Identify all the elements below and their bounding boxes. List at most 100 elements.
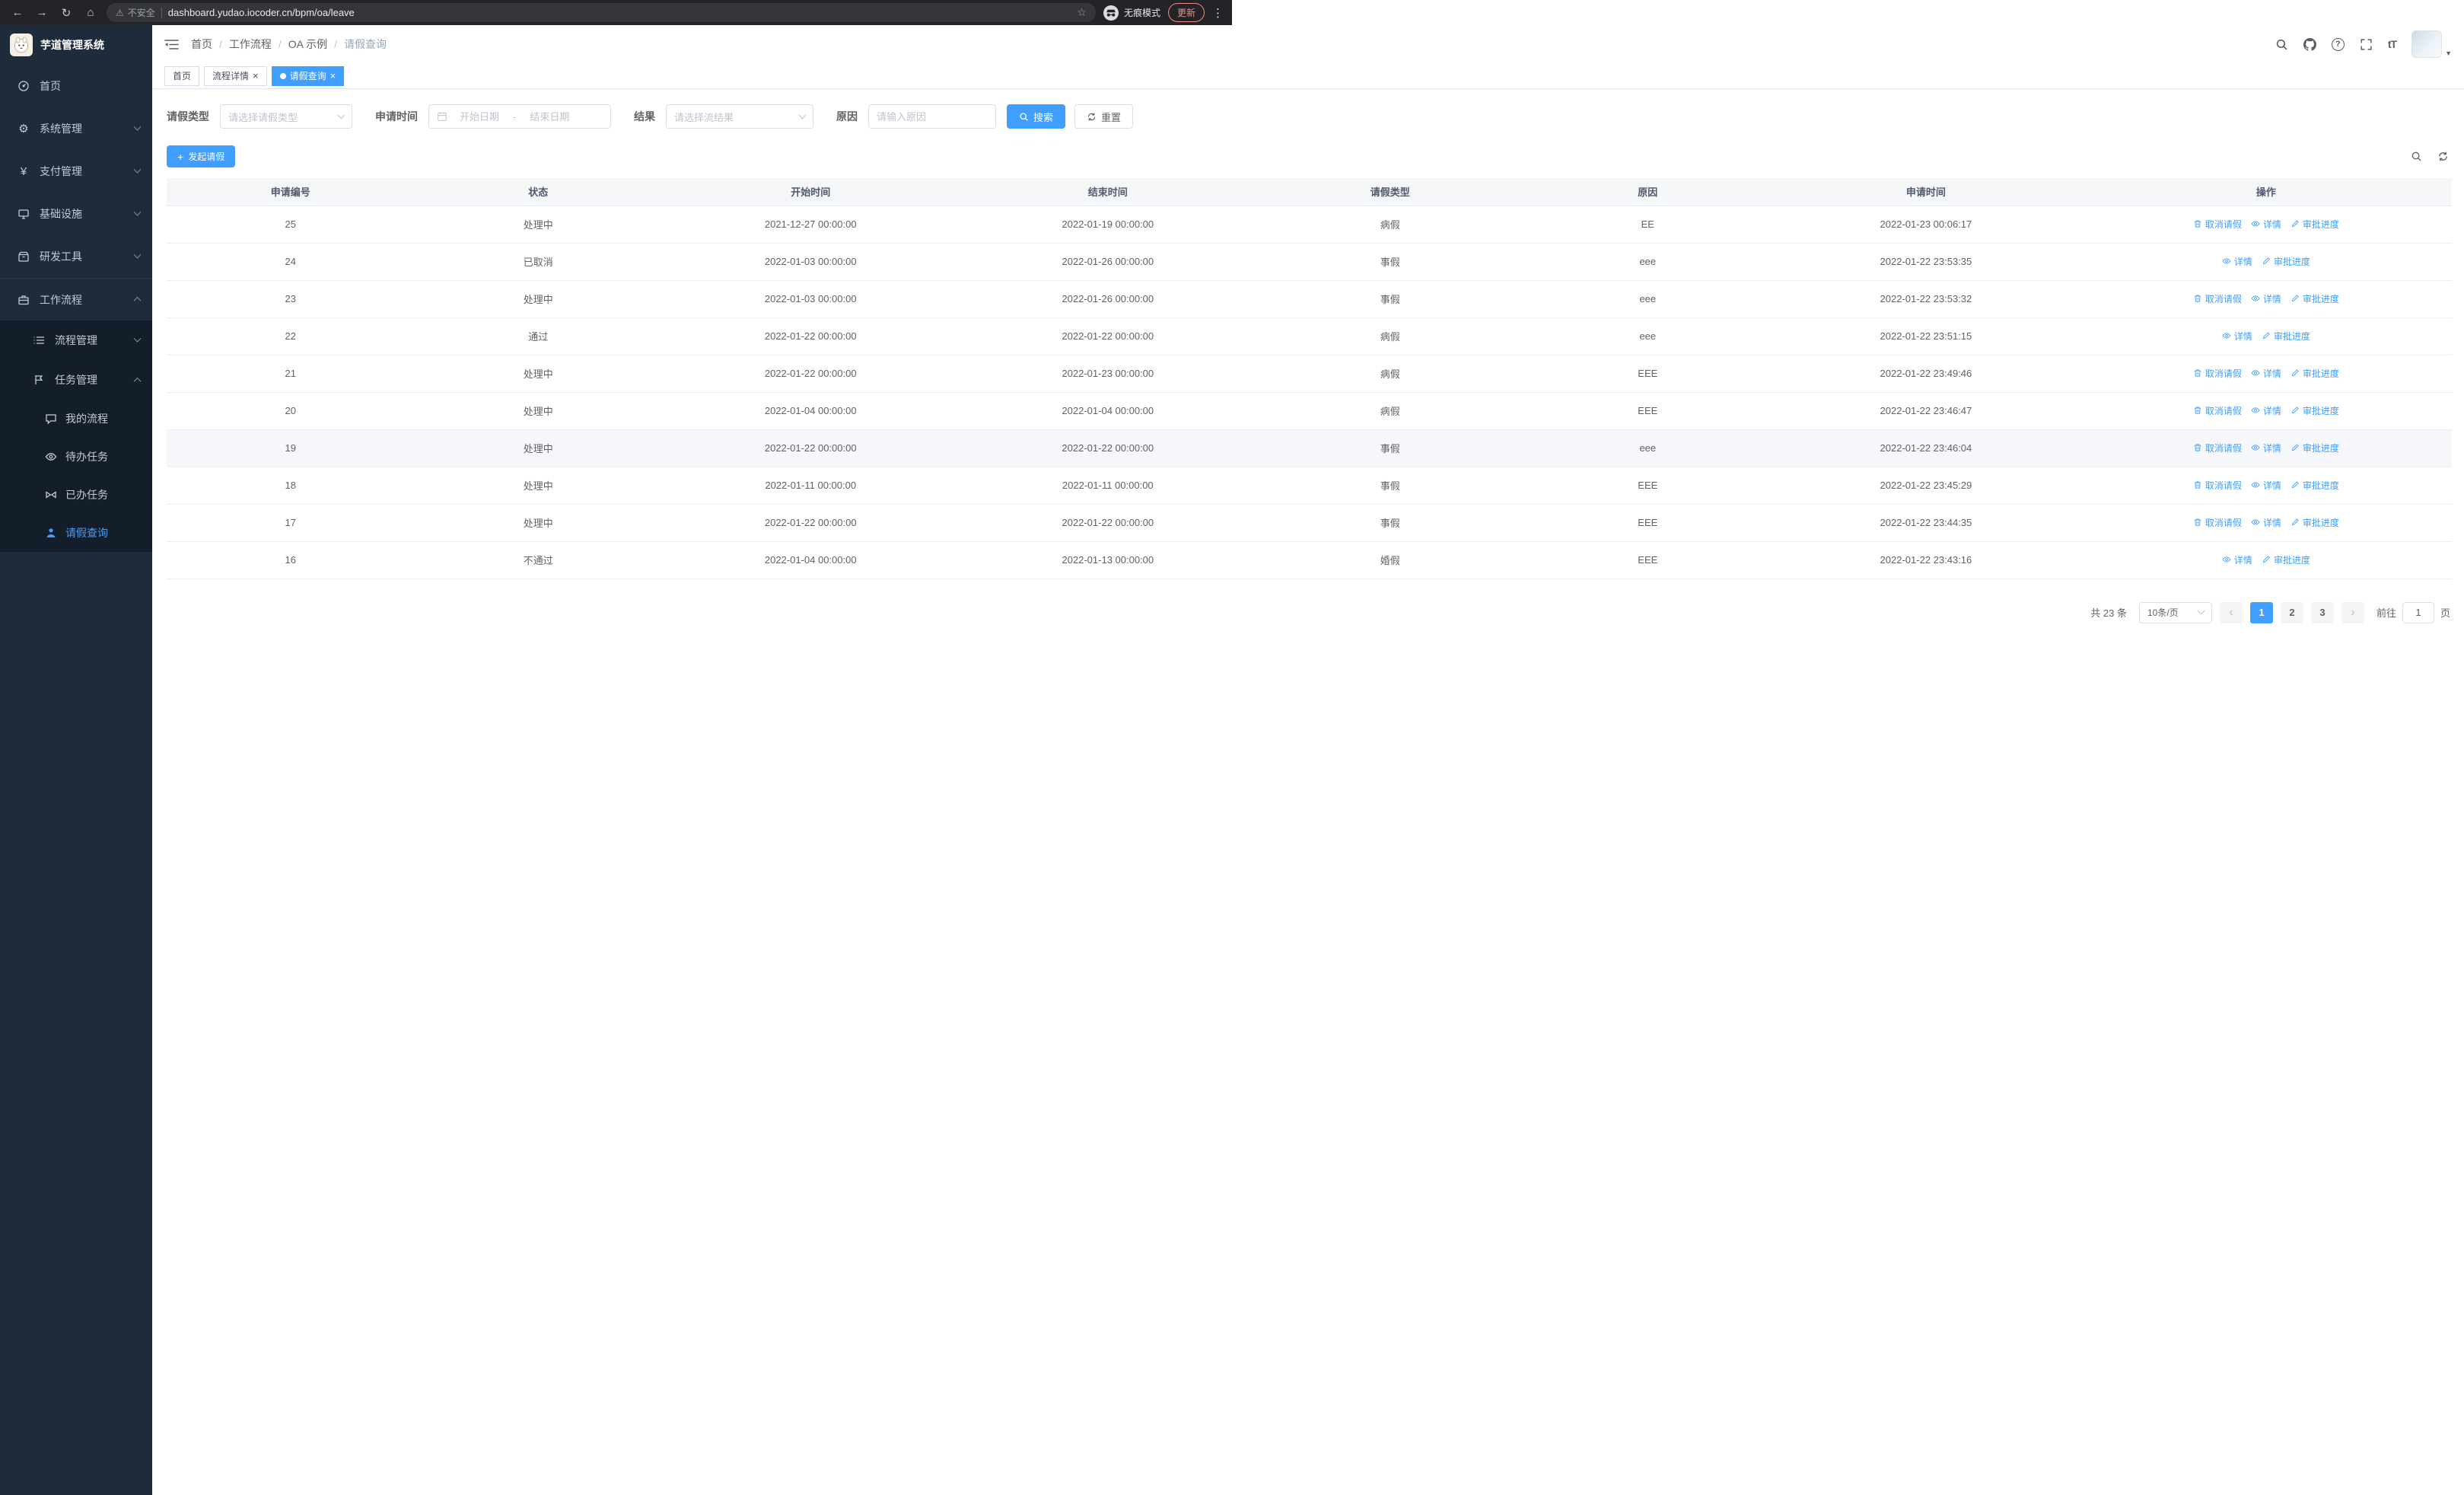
- cell-end: 2022-01-22 00:00:00: [959, 317, 1257, 355]
- progress-link[interactable]: 审批进度: [2291, 292, 2339, 305]
- sidebar-item-done-tasks[interactable]: 已办任务: [0, 476, 152, 514]
- browser-menu-icon[interactable]: ⋮: [1212, 6, 1224, 20]
- eye-icon: [44, 451, 58, 463]
- detail-link[interactable]: 详情: [2222, 553, 2252, 566]
- detail-link[interactable]: 详情: [2222, 330, 2252, 343]
- reason-input[interactable]: [868, 104, 996, 129]
- tab-home[interactable]: 首页: [164, 65, 200, 86]
- end-date-input[interactable]: [517, 110, 582, 123]
- cancel-link[interactable]: 取消请假: [2193, 218, 2242, 231]
- app-logo[interactable]: 芋道管理系统: [0, 25, 152, 65]
- cancel-link[interactable]: 取消请假: [2193, 367, 2242, 380]
- incognito-icon: [1103, 5, 1119, 21]
- table-row: 17 处理中 2022-01-22 00:00:00 2022-01-22 00:00…: [167, 504, 2452, 542]
- url-text[interactable]: dashboard.yudao.iocoder.cn/bpm/oa/leave: [168, 7, 355, 18]
- person-icon: [44, 527, 58, 539]
- result-select[interactable]: 请选择流结果: [666, 104, 813, 129]
- cancel-link[interactable]: 取消请假: [2193, 516, 2242, 529]
- sidebar-item-task-mgmt[interactable]: 任务管理: [0, 360, 152, 400]
- security-warning[interactable]: ⚠ 不安全: [116, 6, 155, 19]
- edit-icon: [2291, 220, 2299, 228]
- tab-leave-query[interactable]: 请假查询 ×: [271, 65, 345, 86]
- progress-link[interactable]: 审批进度: [2291, 367, 2339, 380]
- workflow-submenu: 流程管理 任务管理 我的流程 待办任务 已办任务 请假查询: [0, 320, 152, 552]
- sidebar-item-home[interactable]: 首页: [0, 65, 152, 107]
- progress-link[interactable]: 审批进度: [2262, 553, 2310, 566]
- sidebar-item-system[interactable]: ⚙ 系统管理: [0, 107, 152, 150]
- cancel-link[interactable]: 取消请假: [2193, 479, 2242, 492]
- page-button-2[interactable]: 2: [2280, 601, 2303, 623]
- sidebar-item-label: 工作流程: [40, 293, 82, 306]
- sidebar-item-todo-tasks[interactable]: 待办任务: [0, 438, 152, 476]
- progress-link[interactable]: 审批进度: [2291, 441, 2339, 454]
- sidebar-item-payment[interactable]: ¥ 支付管理: [0, 150, 152, 193]
- cell-applied: 2022-01-22 23:45:29: [1772, 467, 2080, 505]
- chevron-down-icon: [133, 165, 142, 174]
- user-menu[interactable]: ▼: [2411, 30, 2452, 58]
- detail-link[interactable]: 详情: [2251, 292, 2281, 305]
- prev-page-button[interactable]: ‹: [2219, 601, 2243, 623]
- detail-link[interactable]: 详情: [2251, 441, 2281, 454]
- sidebar-item-process-mgmt[interactable]: 流程管理: [0, 320, 152, 360]
- sidebar-item-workflow[interactable]: 工作流程: [0, 278, 152, 320]
- leave-type-select[interactable]: 请选择请假类型: [220, 104, 352, 129]
- breadcrumb-workflow[interactable]: 工作流程: [229, 37, 272, 52]
- col-id: 申请编号: [167, 178, 415, 206]
- font-size-icon[interactable]: tT: [2388, 38, 2397, 50]
- breadcrumb-home[interactable]: 首页: [191, 37, 212, 52]
- create-leave-button[interactable]: + 发起请假: [167, 145, 236, 167]
- breadcrumb-oa-example[interactable]: OA 示例: [288, 37, 327, 52]
- progress-link[interactable]: 审批进度: [2262, 255, 2310, 268]
- eye-icon: [2251, 407, 2260, 413]
- progress-link[interactable]: 审批进度: [2262, 330, 2310, 343]
- cell-actions: 详情 审批进度: [2080, 541, 2452, 579]
- page-button-1[interactable]: 1: [2249, 601, 2273, 623]
- sidebar-item-infra[interactable]: 基础设施: [0, 193, 152, 235]
- tab-label: 首页: [173, 71, 192, 81]
- sidebar-item-leave-query[interactable]: 请假查询: [0, 514, 152, 552]
- page-button-3[interactable]: 3: [2310, 601, 2334, 623]
- search-button[interactable]: 搜索: [1007, 104, 1066, 129]
- briefcase-icon: [17, 294, 30, 306]
- collapse-sidebar-icon[interactable]: [164, 38, 179, 51]
- close-icon[interactable]: ×: [253, 71, 259, 81]
- bookmark-star-icon[interactable]: ☆: [1077, 6, 1087, 19]
- goto-page-input[interactable]: [2402, 601, 2434, 623]
- github-icon[interactable]: [2303, 37, 2316, 51]
- sidebar-item-my-process[interactable]: 我的流程: [0, 400, 152, 438]
- date-range-picker[interactable]: -: [428, 104, 611, 129]
- tab-label: 流程详情: [212, 71, 250, 81]
- sidebar-item-devtools[interactable]: 研发工具: [0, 235, 152, 278]
- refresh-table-icon[interactable]: [2437, 151, 2449, 162]
- start-date-input[interactable]: [447, 110, 511, 123]
- cancel-link[interactable]: 取消请假: [2193, 404, 2242, 417]
- address-bar[interactable]: ⚠ 不安全 dashboard.yudao.iocoder.cn/bpm/oa/…: [107, 3, 1096, 22]
- page-size-select[interactable]: 10条/页: [2138, 601, 2212, 623]
- detail-link[interactable]: 详情: [2222, 255, 2252, 268]
- close-icon[interactable]: ×: [330, 71, 336, 81]
- browser-update-button[interactable]: 更新: [1167, 3, 1205, 22]
- progress-link[interactable]: 审批进度: [2291, 218, 2339, 231]
- progress-link[interactable]: 审批进度: [2291, 479, 2339, 492]
- reset-button[interactable]: 重置: [1074, 104, 1134, 129]
- next-page-button[interactable]: ›: [2341, 601, 2364, 623]
- cell-reason: EEE: [1523, 355, 1772, 393]
- fullscreen-icon[interactable]: [2360, 38, 2373, 51]
- detail-link[interactable]: 详情: [2251, 479, 2281, 492]
- detail-link[interactable]: 详情: [2251, 218, 2281, 231]
- cancel-link[interactable]: 取消请假: [2193, 441, 2242, 454]
- browser-home-icon[interactable]: ⌂: [82, 6, 99, 19]
- detail-link[interactable]: 详情: [2251, 367, 2281, 380]
- browser-forward-icon[interactable]: →: [33, 6, 50, 19]
- cancel-link[interactable]: 取消请假: [2193, 292, 2242, 305]
- tab-process-detail[interactable]: 流程详情 ×: [204, 65, 267, 86]
- search-icon[interactable]: [2275, 38, 2288, 51]
- progress-link[interactable]: 审批进度: [2291, 404, 2339, 417]
- help-icon[interactable]: ?: [2331, 37, 2345, 51]
- browser-reload-icon[interactable]: ↻: [58, 6, 75, 20]
- show-search-icon[interactable]: [2411, 151, 2422, 162]
- detail-link[interactable]: 详情: [2251, 404, 2281, 417]
- detail-link[interactable]: 详情: [2251, 516, 2281, 529]
- progress-link[interactable]: 审批进度: [2291, 516, 2339, 529]
- browser-back-icon[interactable]: ←: [9, 6, 26, 19]
